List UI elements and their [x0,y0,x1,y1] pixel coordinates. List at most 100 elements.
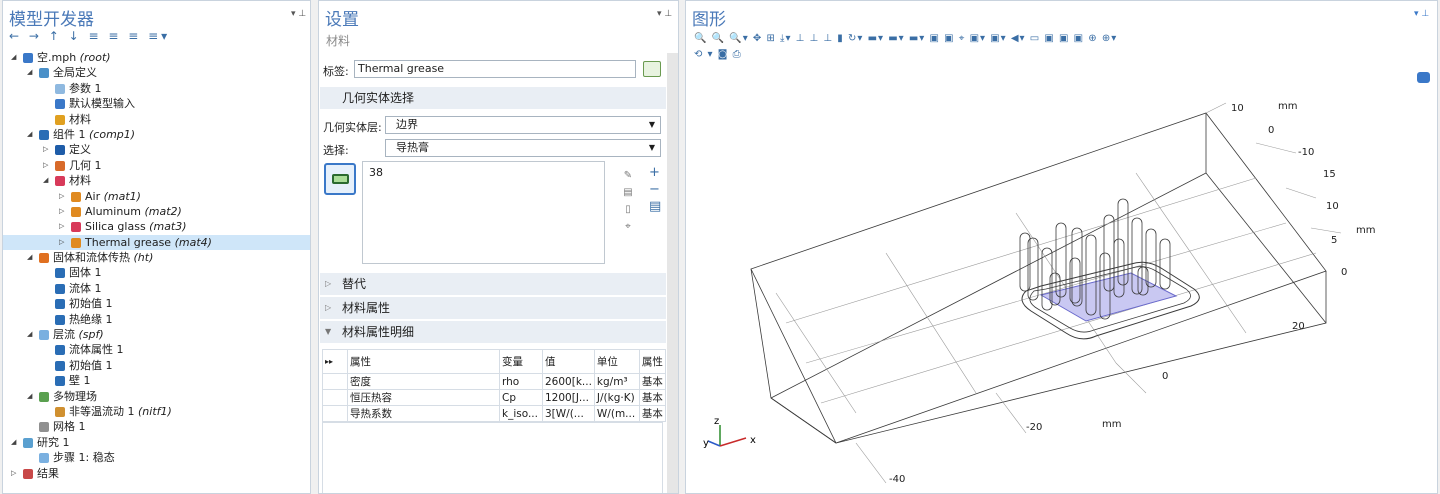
tree-node[interactable]: ◢ 固体和流体传热 (ht) [3,250,310,265]
table-expand-icon[interactable]: ▸▸ [322,349,348,374]
collapse-toggle-icon[interactable]: ◢ [27,65,32,80]
table-cell[interactable]: 1200[J... [542,389,595,406]
axis-tick: 10 [1326,201,1339,212]
geom-level-caption: 几何实体层: [323,121,382,134]
expand-toggle-icon[interactable]: ▷ [11,466,16,481]
table-cell: 基本 [638,373,666,390]
tree-node-label: 结果 [37,466,59,481]
tree-node[interactable]: 流体 1 [3,281,310,296]
active-toggle-button[interactable] [324,163,356,195]
tree-node-icon [39,129,49,140]
tree-node[interactable]: ▷ Silica glass (mat3) [3,219,310,234]
tree-node[interactable]: ◢ 多物理场 [3,389,310,404]
collapse-toggle-icon[interactable]: ◢ [27,250,32,265]
tree-node[interactable]: ◢ 空.mph (root) [3,50,310,65]
tree-node[interactable]: ◢ 层流 (spf) [3,327,310,342]
tree-node-icon [23,468,33,479]
section-override[interactable]: ▷ 替代 [320,273,666,295]
tree-node-icon [71,206,81,217]
tree-node[interactable]: ◢ 研究 1 [3,435,310,450]
active-icon [332,174,349,184]
tree-node[interactable]: 非等温流动 1 (nitf1) [3,404,310,419]
tree-node-tag: (mat4) [171,235,212,249]
expand-toggle-icon[interactable]: ▷ [59,204,64,219]
tree-node[interactable]: 参数 1 [3,81,310,96]
selection-add-remove[interactable]: + − ▤ [649,164,661,215]
section-material-properties-label: 材料属性 [342,301,391,315]
table-cell[interactable]: 3[W/(... [542,405,595,422]
table-row[interactable]: 导热系数 k_iso... 3[W/(... W/(m... 基本 [322,405,666,422]
tree-node-label: 几何 1 [69,158,102,173]
geometry-view[interactable]: 10 mm 0 -10 15 10 5 mm 0 20 0 -20 mm -40… [686,63,1437,493]
tree-node-tag: (ht) [130,251,154,265]
expand-toggle-icon[interactable]: ▷ [43,142,48,157]
tree-node[interactable]: 壁 1 [3,373,310,388]
tree-node[interactable]: ◢ 材料 [3,173,310,188]
geom-level-select[interactable]: 边界 ▼ [385,116,661,134]
tree-node-icon [55,314,65,325]
tree-node[interactable]: 热绝缘 1 [3,312,310,327]
expand-toggle-icon[interactable]: ▷ [43,158,48,173]
selection-select[interactable]: 导热膏 ▼ [385,139,661,157]
section-material-properties[interactable]: ▷ 材料属性 [320,297,666,319]
tree-node-label: 初始值 1 [69,296,113,311]
selection-list-item[interactable]: 38 [369,166,383,179]
tree-node-tag: (nitf1) [134,404,172,418]
table-header: 属性 [638,349,666,374]
tree-node-icon [55,345,65,356]
graphics-toolbar-row2[interactable]: ⟲ ▾ ◙ ⎙ [694,49,742,60]
collapse-toggle-icon[interactable]: ◢ [27,327,32,342]
tree-node[interactable]: 固体 1 [3,265,310,280]
tree-node[interactable]: 材料 [3,112,310,127]
tree-node[interactable]: 默认模型输入 [3,96,310,111]
section-geometry[interactable]: 几何实体选择 [320,87,666,109]
panel-menu-icon[interactable]: ▾ ⊥ [291,9,306,19]
tree-node-label: 流体属性 1 [69,342,124,357]
tree-node-text: 材料 [69,174,91,188]
label-field[interactable]: Thermal grease [354,60,636,78]
tree-node[interactable]: 初始值 1 [3,296,310,311]
expand-toggle-icon[interactable]: ▷ [59,189,64,204]
table-cell: 导热系数 [347,405,500,422]
table-row[interactable]: 恒压热容 Cp 1200[J... J/(kg·K) 基本 [322,389,666,406]
tree-node[interactable]: 流体属性 1 [3,342,310,357]
expand-toggle-icon[interactable]: ▷ [59,219,64,234]
tree-node[interactable]: ▷ Aluminum (mat2) [3,204,310,219]
section-property-details-label: 材料属性明细 [342,325,415,339]
table-row[interactable]: 密度 rho 2600[k... kg/m³ 基本 [322,373,666,390]
tree-node[interactable]: 网格 1 [3,419,310,434]
label-reset-icon[interactable] [643,61,661,77]
tree-node[interactable]: ◢ 全局定义 [3,65,310,80]
tree-node[interactable]: 步骤 1: 稳态 [3,450,310,465]
tree-node[interactable]: 初始值 1 [3,358,310,373]
tree-node[interactable]: ▷ Air (mat1) [3,189,310,204]
tree-node[interactable]: ◢ 组件 1 (comp1) [3,127,310,142]
axis-tick: 20 [1292,321,1305,332]
triad-z-label: z [714,416,719,427]
selection-list[interactable]: 38 [362,161,605,264]
panel-menu-icon[interactable]: ▾ ⊥ [657,9,672,19]
collapse-toggle-icon[interactable]: ◢ [11,435,16,450]
tree-toolbar[interactable]: ← → ↑ ↓ ≡ ≡ ≡ ≡▾ [9,29,170,43]
tree-node-label: 研究 1 [37,435,70,450]
tree-node[interactable]: ▷ 定义 [3,142,310,157]
graphics-toolbar-row1[interactable]: 🔍 🔍 🔍▾ ✥ ⊞ ⤓▾ ⊥ ⊥ ⊥ ▮ ↻▾ ▬▾ ▬▾ ▬▾ ▣ ▣ ⌖ … [694,33,1117,44]
collapse-toggle-icon[interactable]: ◢ [27,127,32,142]
expand-toggle-icon[interactable]: ▷ [59,235,64,250]
collapse-toggle-icon[interactable]: ◢ [43,173,48,188]
tree-scrollbar[interactable] [310,50,311,490]
table-cell: rho [499,373,543,390]
tree-node[interactable]: ▷ 几何 1 [3,158,310,173]
tree-node-label: 材料 [69,173,91,188]
settings-scrollbar[interactable] [667,53,678,493]
selection-tools[interactable]: ✎ ▤ ▯ ⌖ [622,167,634,235]
collapse-toggle-icon[interactable]: ◢ [11,50,16,65]
table-cell[interactable]: 2600[k... [542,373,595,390]
panel-menu-icon[interactable]: ▾ ⊥ [1414,9,1429,19]
section-property-details[interactable]: ▼ 材料属性明细 [320,321,666,343]
tree-node[interactable]: ▷ 结果 [3,466,310,481]
collapse-toggle-icon[interactable]: ◢ [27,389,32,404]
model-builder-panel: 模型开发器 ▾ ⊥ ← → ↑ ↓ ≡ ≡ ≡ ≡▾ ◢ 空.mph (root)… [2,0,311,494]
tree-node[interactable]: ▷ Thermal grease (mat4) [3,234,310,251]
tree-node-tag: (mat2) [140,204,182,218]
